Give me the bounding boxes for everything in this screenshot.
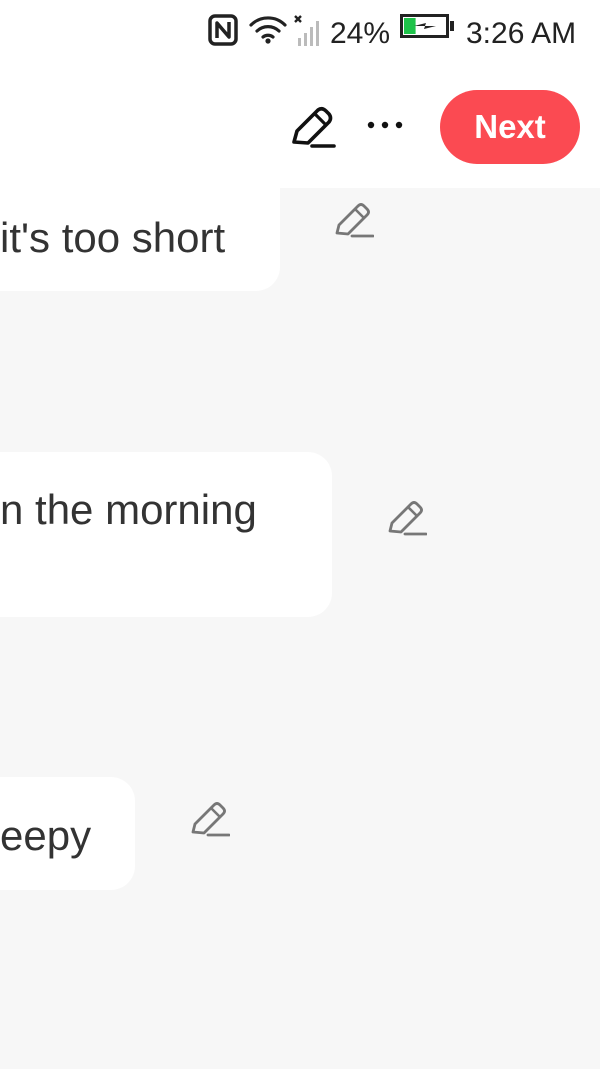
no-signal-icon [294,15,319,46]
nfc-icon [208,14,238,46]
message-text: eepy [0,812,92,859]
battery-charging-icon [400,14,454,38]
next-button[interactable]: Next [440,90,580,164]
pencil-icon[interactable] [288,106,336,152]
more-dots-icon[interactable] [364,110,406,140]
status-bar: 24% 3:26 AM [0,0,600,70]
message-text: n the morning [0,486,257,533]
message-text: it's too short [0,214,226,261]
wifi-icon [249,16,287,44]
pencil-icon[interactable] [334,200,374,240]
message-card[interactable]: it's too short [0,160,280,291]
pencil-icon[interactable] [387,498,427,538]
screen: 24% 3:26 AM Next it's too short n the mo… [0,0,600,1069]
clock: 3:26 AM [466,17,577,50]
message-card[interactable]: n the morning [0,452,332,617]
message-card[interactable]: eepy [0,777,135,890]
battery-percentage: 24% [330,17,391,50]
pencil-icon[interactable] [190,799,230,839]
